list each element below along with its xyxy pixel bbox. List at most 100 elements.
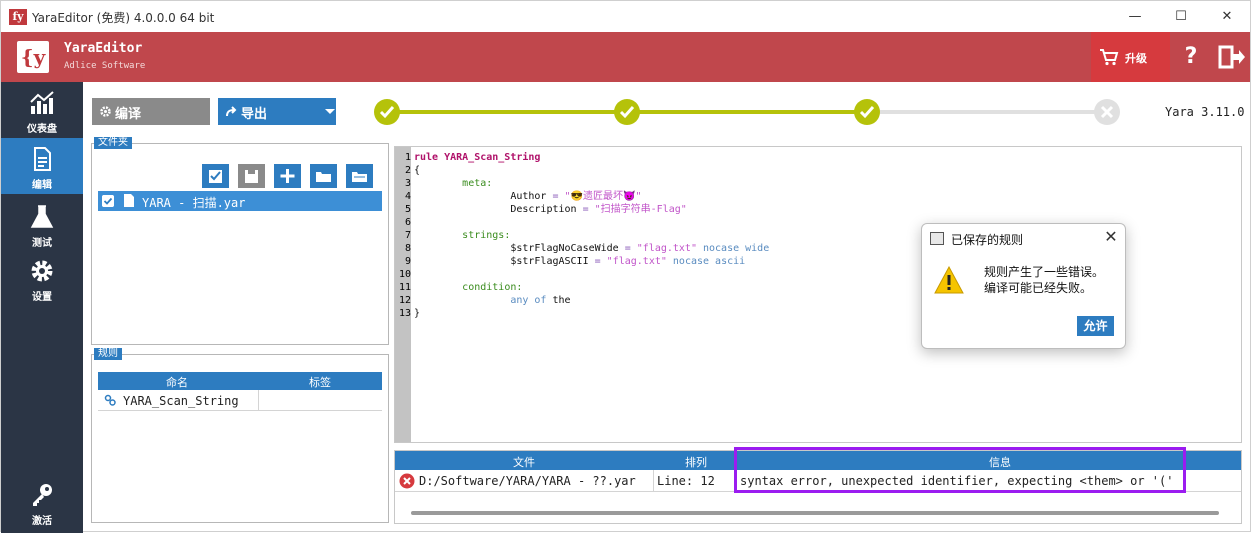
dialog-close-button[interactable]: ✕ (1102, 228, 1120, 246)
rules-panel: 规则 命名 标签 YARA_Scan_String (91, 348, 389, 523)
gear-icon (31, 260, 53, 282)
code-token: nocase ascii (672, 256, 746, 267)
sidebar-item-settings[interactable]: 设置 (1, 250, 83, 306)
key-icon (33, 484, 52, 506)
code-text: condition: (414, 281, 522, 294)
checkbox-checked-icon[interactable] (102, 195, 114, 207)
error-position: Line: 12 (657, 474, 715, 488)
brand-logo: {y (17, 41, 49, 73)
dialog-title: 已保存的规则 (951, 233, 1024, 247)
table-row[interactable]: YARA_Scan_String (98, 390, 382, 411)
line-number: 10 (398, 269, 411, 280)
code-text: Author = "😎遗匠最坏😈" (414, 190, 641, 203)
line-number: 8 (404, 243, 411, 254)
column-header-position[interactable]: 排列 (685, 454, 707, 470)
code-token: "扫描字符串-Flag" (594, 204, 687, 215)
line-number: 12 (398, 295, 411, 306)
code-token: rule YARA_Scan_String (414, 152, 541, 163)
compile-button[interactable]: 编译 (92, 98, 210, 125)
brand-subtitle: Adlice Software (64, 61, 146, 71)
sidebar: 仪表盘 编辑 测试 设置 激活 (1, 82, 83, 533)
code-token: { (414, 165, 421, 176)
save-icon[interactable] (238, 164, 265, 188)
export-button[interactable]: 导出 (218, 98, 336, 125)
code-text: { (414, 164, 420, 177)
share-icon (226, 106, 237, 117)
maximize-button[interactable]: ☐ (1158, 1, 1204, 32)
code-text: strings: (414, 229, 510, 242)
check-icon (619, 106, 635, 119)
minimize-button[interactable]: — (1112, 1, 1158, 32)
column-header-file[interactable]: 文件 (513, 454, 535, 470)
flask-icon (30, 205, 54, 228)
files-panel: 文件夹 YARA - 扫描.yar (91, 137, 389, 345)
code-text: $strFlagASCII = "flag.txt" nocase ascii (414, 255, 745, 268)
sidebar-item-test[interactable]: 测试 (1, 196, 83, 252)
files-panel-title: 文件夹 (94, 137, 132, 149)
close-window-button[interactable]: ✕ (1204, 1, 1250, 32)
code-token: meta: (462, 178, 493, 189)
step-indicator (614, 99, 640, 125)
x-icon (1100, 105, 1114, 119)
code-text: rule YARA_Scan_String (414, 151, 540, 164)
code-text: any of the (414, 294, 571, 307)
highlight-box (734, 447, 1186, 493)
sidebar-item-label: 激活 (32, 516, 52, 527)
step-connector (879, 110, 1107, 114)
window-icon (930, 232, 944, 245)
code-token: the (552, 295, 571, 306)
app-header: {y YaraEditor Adlice Software 升级 ? (1, 32, 1250, 82)
dialog-message-line: 编译可能已经失败。 (984, 281, 1093, 295)
app-window: fy YaraEditor (免费) 4.0.0.0 64 bit — ☐ ✕ … (0, 0, 1251, 533)
file-icon (124, 194, 134, 207)
sidebar-item-label: 设置 (32, 292, 52, 303)
saved-rules-dialog: 已保存的规则 ✕ 规则产生了一些错误。 编译可能已经失败。 允许 (921, 223, 1126, 349)
column-header-name[interactable]: 命名 (166, 374, 188, 390)
line-number: 5 (404, 204, 411, 215)
chevron-down-icon[interactable] (325, 109, 335, 114)
export-label: 导出 (241, 107, 268, 122)
code-token: $strFlagASCII (510, 256, 595, 267)
add-icon[interactable] (274, 164, 301, 188)
code-text: } (414, 307, 420, 320)
help-button[interactable]: ? (1171, 32, 1211, 82)
code-token: $strFlagNoCaseWide (510, 243, 625, 254)
rules-table-header: 命名 标签 (98, 372, 382, 390)
code-token: "😎遗匠最坏😈" (564, 191, 642, 202)
line-number: 7 (404, 230, 411, 241)
dialog-ok-button[interactable]: 允许 (1077, 316, 1114, 336)
check-all-icon[interactable] (202, 164, 229, 188)
compile-label: 编译 (115, 107, 142, 122)
horizontal-scrollbar[interactable] (411, 511, 1219, 515)
exit-button[interactable] (1211, 32, 1250, 82)
chart-icon (30, 91, 54, 114)
code-token: "flag.txt" (606, 256, 673, 267)
code-token: condition: (462, 282, 523, 293)
sidebar-item-edit[interactable]: 编辑 (1, 138, 83, 194)
open-folder-icon[interactable] (346, 164, 373, 188)
code-token: = (624, 243, 637, 254)
dialog-message-line: 规则产生了一些错误。 (984, 265, 1105, 279)
sidebar-item-activate[interactable]: 激活 (1, 474, 83, 530)
line-number: 4 (404, 191, 411, 202)
document-icon (34, 147, 51, 171)
check-icon (379, 106, 395, 119)
check-icon (859, 106, 875, 119)
sidebar-item-label: 仪表盘 (27, 124, 57, 135)
upgrade-button[interactable]: 升级 (1091, 32, 1170, 82)
column-header-tags[interactable]: 标签 (309, 374, 331, 390)
code-token: nocase wide (703, 243, 770, 254)
folder-icon[interactable] (310, 164, 337, 188)
warning-icon (934, 266, 964, 294)
line-number: 1 (404, 152, 411, 163)
line-number: 6 (404, 217, 411, 228)
code-token: } (414, 308, 421, 319)
file-list-item[interactable]: YARA - 扫描.yar (98, 191, 382, 211)
code-token: = (582, 204, 595, 215)
code-text: Description = "扫描字符串-Flag" (414, 203, 687, 216)
yara-version: Yara 3.11.0 (1165, 105, 1245, 119)
file-name: YARA - 扫描.yar (142, 196, 246, 210)
line-number: 3 (404, 178, 411, 189)
sidebar-item-dashboard[interactable]: 仪表盘 (1, 82, 83, 138)
step-indicator (374, 99, 400, 125)
